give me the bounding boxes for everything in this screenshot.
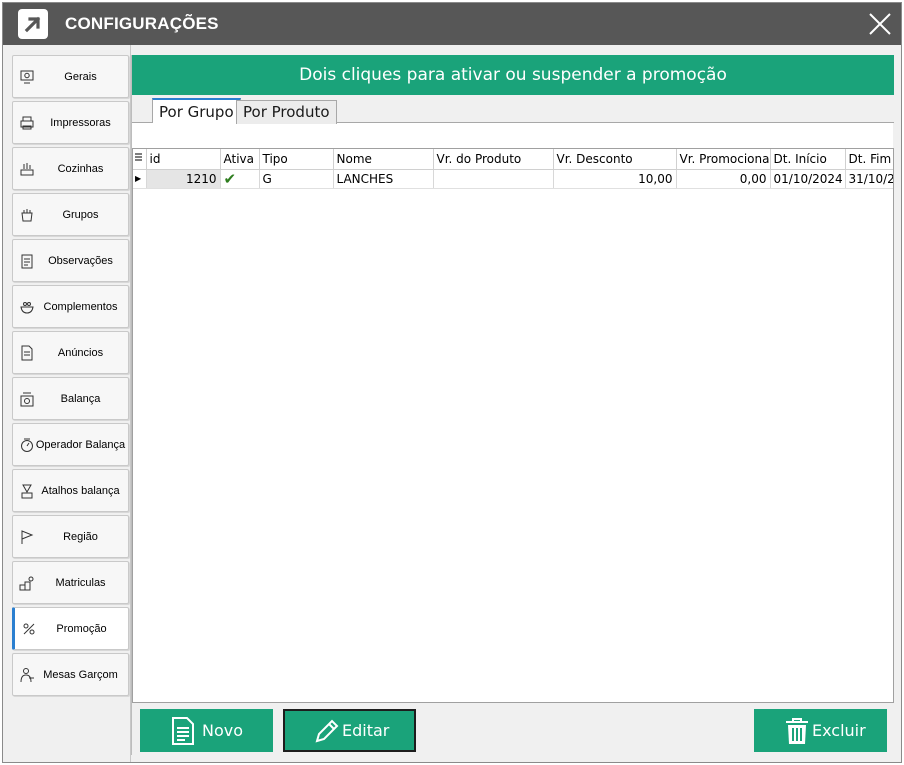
sidebar-item-observacoes[interactable]: Observações: [12, 239, 129, 282]
column-header-vr-produto[interactable]: Vr. do Produto: [433, 149, 554, 170]
sidebar-item-label: Promoção: [56, 623, 107, 635]
novo-button[interactable]: Novo: [140, 709, 273, 752]
column-header-dt-fim[interactable]: Dt. Fim: [845, 149, 893, 170]
tab-por-produto[interactable]: Por Produto: [236, 100, 337, 124]
column-header-dt-inicio[interactable]: Dt. Início: [770, 149, 846, 170]
window-title: CONFIGURAÇÕES: [65, 14, 219, 33]
novo-button-label: Novo: [202, 721, 244, 740]
sidebar-item-label: Observações: [48, 255, 113, 267]
checkmark-icon: ✔: [223, 169, 237, 188]
list-icon: [135, 153, 142, 161]
close-icon[interactable]: [865, 9, 895, 39]
cell-ativa[interactable]: ✔: [220, 169, 260, 189]
sidebar-item-label: Balança: [60, 393, 101, 405]
cell-vr-desconto[interactable]: 10,00: [553, 169, 677, 189]
sidebar-item-label: Impressoras: [50, 117, 111, 129]
column-header-vr-promocional[interactable]: Vr. Promocional: [676, 149, 771, 170]
cell-dt-fim[interactable]: 31/10/2024: [845, 169, 893, 189]
sidebar-item-mesas-garcom[interactable]: Mesas Garçom: [12, 653, 129, 696]
sidebar-item-label: Grupos: [62, 209, 99, 221]
sidebar-item-label: Região: [63, 531, 98, 543]
column-header-nome[interactable]: Nome: [333, 149, 434, 170]
sidebar-item-label: Anúncios: [57, 347, 104, 359]
sidebar-item-regiao[interactable]: Região: [12, 515, 129, 558]
grid-header-row: id Ativa Tipo Nome Vr. do Produto Vr. De…: [133, 149, 893, 170]
column-header-tipo[interactable]: Tipo: [259, 149, 334, 170]
excluir-button-label: Excluir: [812, 721, 866, 740]
excluir-button[interactable]: Excluir: [754, 709, 887, 752]
sidebar-item-cozinhas[interactable]: Cozinhas: [12, 147, 129, 190]
grid-column-chooser[interactable]: [133, 149, 147, 170]
cell-vr-promocional[interactable]: 0,00: [676, 169, 771, 189]
sidebar-item-label: Cozinhas: [57, 163, 104, 175]
sidebar-item-matriculas[interactable]: Matriculas: [12, 561, 129, 604]
sidebar-item-complementos[interactable]: Complementos: [12, 285, 129, 328]
sidebar-item-promocao[interactable]: Promoção: [12, 607, 129, 650]
column-header-id[interactable]: id: [146, 149, 221, 170]
column-header-vr-desconto[interactable]: Vr. Desconto: [553, 149, 677, 170]
new-document-icon: [172, 717, 194, 745]
sidebar-item-balanca[interactable]: Balança: [12, 377, 129, 420]
instruction-banner: Dois cliques para ativar ou suspender a …: [132, 55, 894, 95]
main-panel: Dois cliques para ativar ou suspender a …: [131, 55, 894, 755]
sidebar-item-atalhos-balanca[interactable]: Atalhos balança: [12, 469, 129, 512]
sidebar-item-operador-balanca[interactable]: Operador Balança: [12, 423, 129, 466]
sidebar: Gerais Impressoras Cozinhas Grupos Obser…: [3, 45, 131, 762]
cell-tipo[interactable]: G: [259, 169, 334, 189]
row-indicator-icon: ▶: [133, 169, 147, 189]
sidebar-item-label: Matriculas: [55, 577, 106, 589]
title-bar: CONFIGURAÇÕES: [3, 3, 901, 45]
grid-table: id Ativa Tipo Nome Vr. do Produto Vr. De…: [133, 149, 893, 189]
tab-por-grupo[interactable]: Por Grupo: [152, 98, 241, 123]
sidebar-item-impressoras[interactable]: Impressoras: [12, 101, 129, 144]
column-header-ativa[interactable]: Ativa: [220, 149, 260, 170]
sidebar-item-label: Gerais: [64, 71, 97, 83]
grid-viewport: id Ativa Tipo Nome Vr. do Produto Vr. De…: [133, 149, 893, 702]
editar-button[interactable]: Editar: [283, 709, 416, 752]
sidebar-item-label: Operador Balança: [35, 439, 126, 451]
sidebar-item-label: Mesas Garçom: [43, 669, 118, 681]
sidebar-item-anuncios[interactable]: Anúncios: [12, 331, 129, 374]
app-logo-icon: [18, 9, 48, 39]
promotion-grid[interactable]: id Ativa Tipo Nome Vr. do Produto Vr. De…: [132, 148, 894, 703]
sidebar-item-label: Atalhos balança: [41, 485, 120, 497]
cell-vr-produto[interactable]: [433, 169, 554, 189]
cell-nome[interactable]: LANCHES: [333, 169, 434, 189]
config-window: CONFIGURAÇÕES Gerais Impressoras Cozinha…: [2, 2, 902, 763]
table-row[interactable]: ▶ 1210 ✔ G LANCHES 10,00 0,00 01/10/2024: [133, 169, 893, 189]
pencil-icon: [315, 719, 339, 743]
sidebar-item-gerais[interactable]: Gerais: [12, 55, 129, 98]
sidebar-item-grupos[interactable]: Grupos: [12, 193, 129, 236]
cell-dt-inicio[interactable]: 01/10/2024: [770, 169, 846, 189]
button-bar: Novo Editar Excluir: [132, 703, 894, 755]
trash-icon: [786, 718, 808, 744]
editar-button-label: Editar: [342, 721, 390, 740]
tab-strip: Por Grupo Por Produto: [132, 95, 894, 124]
cell-id[interactable]: 1210: [146, 169, 221, 189]
sidebar-item-label: Complementos: [43, 301, 118, 313]
